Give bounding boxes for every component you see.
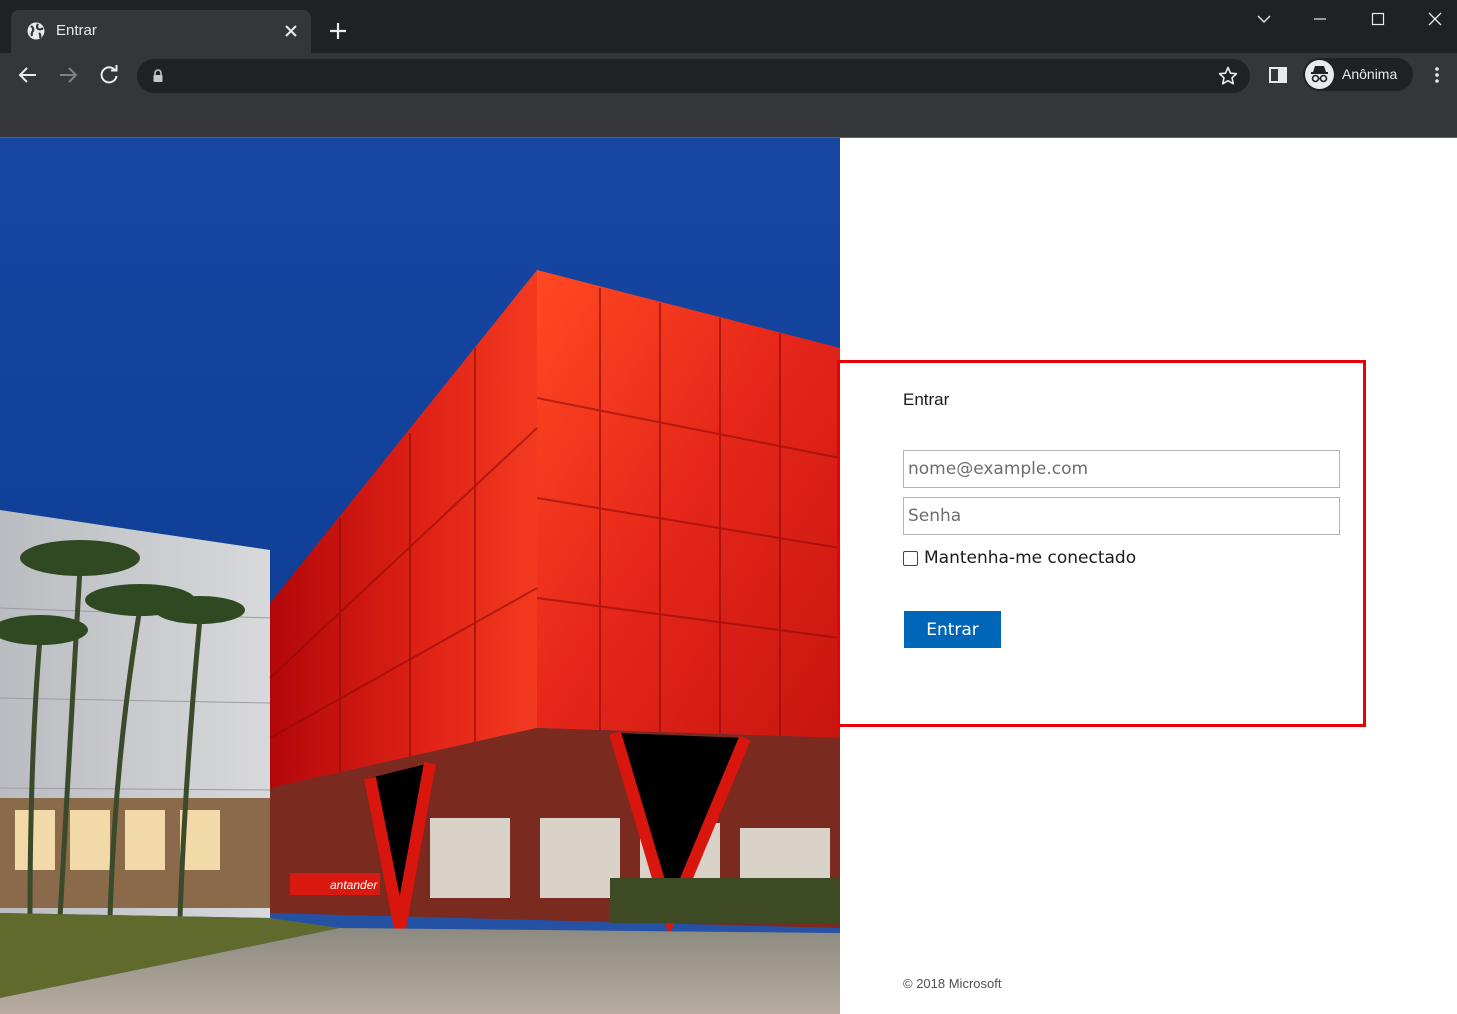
minimize-icon[interactable] <box>1306 6 1334 32</box>
signin-panel-highlight <box>837 360 1366 727</box>
forward-arrow-icon[interactable] <box>56 63 80 87</box>
globe-icon <box>27 22 45 40</box>
new-tab-icon[interactable] <box>326 19 350 43</box>
incognito-icon <box>1305 60 1334 89</box>
tab-strip: Entrar <box>0 0 1457 53</box>
remember-me-label[interactable]: Mantenha-me conectado <box>924 548 1136 568</box>
lock-icon[interactable] <box>151 68 165 84</box>
bookmark-star-icon[interactable] <box>1217 65 1239 87</box>
profile-label: Anônima <box>1342 66 1398 82</box>
tab-search-icon[interactable] <box>1250 6 1278 32</box>
signin-title: Entrar <box>903 390 950 409</box>
close-tab-icon[interactable] <box>281 21 301 41</box>
building-illustration: antander <box>0 138 840 1014</box>
maximize-icon[interactable] <box>1364 6 1392 32</box>
remember-me-row[interactable]: Mantenha-me conectado <box>903 546 1136 570</box>
tab-entrar[interactable]: Entrar <box>11 10 311 53</box>
side-panel-icon[interactable] <box>1268 65 1288 85</box>
back-arrow-icon[interactable] <box>16 63 40 87</box>
remember-me-checkbox[interactable] <box>903 550 918 566</box>
signin-button[interactable]: Entrar <box>904 611 1001 648</box>
address-bar[interactable] <box>137 59 1250 93</box>
close-window-icon[interactable] <box>1421 6 1449 32</box>
login-page: antander Entrar Mantenha-me conectado En… <box>0 138 1457 1014</box>
more-vert-icon[interactable] <box>1427 65 1447 85</box>
browser-toolbar: Anônima <box>0 53 1457 97</box>
copyright-footer: © 2018 Microsoft <box>903 976 1002 991</box>
toolbar-spacer <box>0 97 1457 138</box>
tab-title: Entrar <box>56 22 97 39</box>
reload-icon[interactable] <box>97 63 121 87</box>
password-input[interactable] <box>903 497 1340 535</box>
santander-sign: antander <box>330 878 378 892</box>
email-input[interactable] <box>903 450 1340 488</box>
profile-button[interactable]: Anônima <box>1303 58 1413 91</box>
